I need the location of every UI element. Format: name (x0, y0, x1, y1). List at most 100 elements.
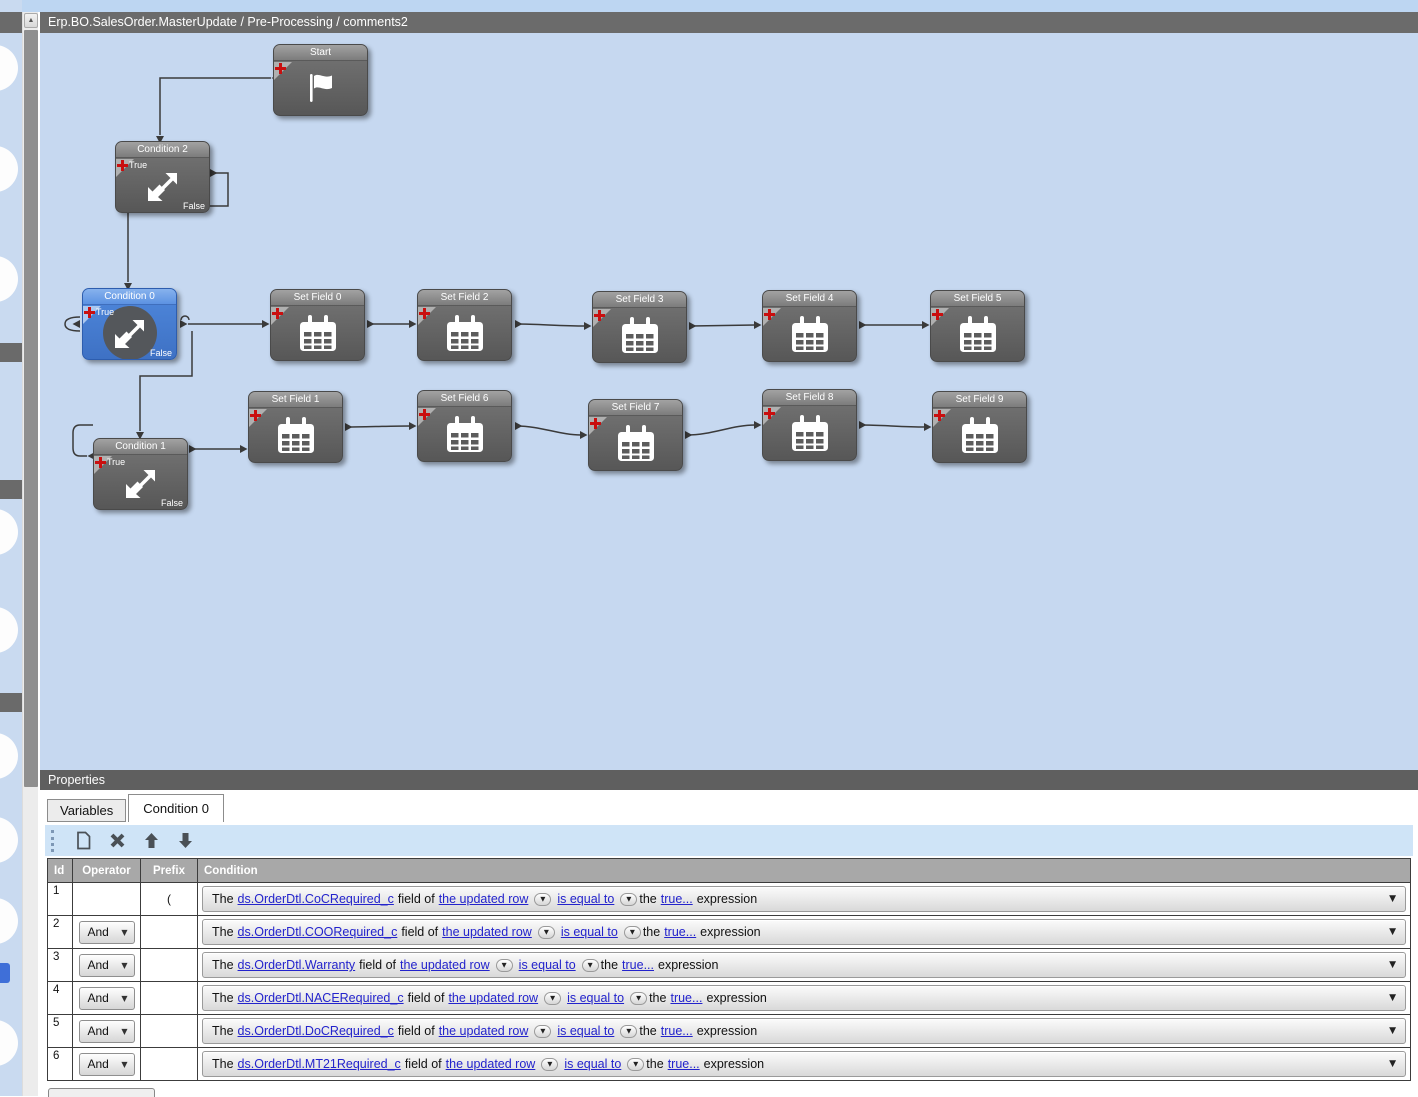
add-connection-icon[interactable] (419, 409, 430, 420)
toolbox-item-partial[interactable] (0, 45, 18, 91)
comparator-link[interactable]: is equal to (519, 958, 576, 972)
condition-expand-dropdown[interactable]: ▼ (1389, 927, 1396, 937)
row-target-dropdown[interactable]: ▼ (537, 925, 555, 939)
add-connection-icon[interactable] (84, 307, 95, 318)
node-set-field-2[interactable]: Set Field 2 (417, 289, 512, 361)
condition-sentence-button[interactable]: The ds.OrderDtl.COORequired_c field of t… (202, 919, 1406, 945)
true-port-label[interactable]: True (129, 160, 147, 170)
add-connection-icon[interactable] (594, 310, 605, 321)
toolbox-item-partial[interactable] (0, 256, 18, 302)
add-connection-icon[interactable] (275, 63, 286, 74)
operator-dropdown[interactable]: And ▼ (78, 953, 135, 977)
toolbar-grip[interactable] (51, 829, 54, 852)
value-link[interactable]: true... (670, 991, 702, 1005)
node-set-field-1[interactable]: Set Field 1 (248, 391, 343, 463)
comparator-dropdown[interactable]: ▼ (620, 892, 638, 906)
add-connection-icon[interactable] (419, 308, 430, 319)
field-link[interactable]: ds.OrderDtl.DoCRequired_c (238, 1024, 394, 1038)
add-connection-icon[interactable] (764, 408, 775, 419)
tab-variables[interactable]: Variables (47, 799, 127, 822)
row-target-dropdown[interactable]: ▼ (544, 991, 562, 1005)
node-set-field-3[interactable]: Set Field 3 (592, 291, 687, 363)
add-connection-icon[interactable] (934, 410, 945, 421)
add-connection-icon[interactable] (932, 309, 943, 320)
value-link[interactable]: true... (668, 1057, 700, 1071)
node-set-field-9[interactable]: Set Field 9 (932, 391, 1027, 463)
node-set-field-5[interactable]: Set Field 5 (930, 290, 1025, 362)
row-target-link[interactable]: the updated row (400, 958, 490, 972)
toolbox-item-partial[interactable] (0, 146, 18, 192)
condition-sentence-button[interactable]: The ds.OrderDtl.CoCRequired_c field of t… (202, 886, 1406, 912)
value-link[interactable]: true... (661, 892, 693, 906)
row-target-link[interactable]: the updated row (446, 1057, 536, 1071)
value-link[interactable]: true... (664, 925, 696, 939)
field-link[interactable]: ds.OrderDtl.Warranty (238, 958, 356, 972)
row-target-link[interactable]: the updated row (448, 991, 538, 1005)
row-target-dropdown[interactable]: ▼ (541, 1057, 559, 1071)
condition-sentence-button[interactable]: The ds.OrderDtl.MT21Required_c field of … (202, 1051, 1406, 1077)
comparator-link[interactable]: is equal to (567, 991, 624, 1005)
comparator-dropdown[interactable]: ▼ (627, 1057, 645, 1071)
row-target-link[interactable]: the updated row (439, 1024, 529, 1038)
row-target-link[interactable]: the updated row (442, 925, 532, 939)
node-condition-2[interactable]: Condition 2 True False (115, 141, 210, 213)
condition-sentence-button[interactable]: The ds.OrderDtl.DoCRequired_c field of t… (202, 1018, 1406, 1044)
false-port-label[interactable]: False (183, 201, 205, 211)
comparator-link[interactable]: is equal to (557, 892, 614, 906)
comparator-dropdown[interactable]: ▼ (630, 991, 648, 1005)
row-target-link[interactable]: the updated row (439, 892, 529, 906)
operator-dropdown[interactable]: And ▼ (78, 1019, 135, 1043)
toolbox-item-partial[interactable] (0, 509, 18, 555)
node-condition-1[interactable]: Condition 1 True False (93, 438, 188, 510)
toolbox-item-partial[interactable] (0, 817, 18, 863)
operator-dropdown[interactable]: And ▼ (78, 920, 135, 944)
value-link[interactable]: true... (622, 958, 654, 972)
comparator-dropdown[interactable]: ▼ (623, 925, 641, 939)
comparator-link[interactable]: is equal to (564, 1057, 621, 1071)
scroll-up-button[interactable]: ▲ (24, 13, 38, 28)
toolbox-item-partial[interactable] (0, 963, 10, 983)
tab-condition-0[interactable]: Condition 0 (128, 794, 225, 822)
condition-expand-dropdown[interactable]: ▼ (1389, 960, 1396, 970)
toolbox-item-partial[interactable] (0, 607, 18, 653)
vertical-scrollbar[interactable]: ▲ (22, 12, 38, 1096)
node-set-field-8[interactable]: Set Field 8 (762, 389, 857, 461)
true-port-label[interactable]: True (107, 457, 125, 467)
add-connection-icon[interactable] (117, 160, 128, 171)
field-link[interactable]: ds.OrderDtl.MT21Required_c (238, 1057, 401, 1071)
false-port-label[interactable]: False (161, 498, 183, 508)
add-connection-icon[interactable] (590, 418, 601, 429)
field-link[interactable]: ds.OrderDtl.NACERequired_c (238, 991, 404, 1005)
add-connection-icon[interactable] (764, 309, 775, 320)
node-set-field-4[interactable]: Set Field 4 (762, 290, 857, 362)
comparator-dropdown[interactable]: ▼ (581, 958, 599, 972)
add-connection-icon[interactable] (272, 308, 283, 319)
add-connection-icon[interactable] (95, 457, 106, 468)
condition-expand-dropdown[interactable]: ▼ (1389, 993, 1396, 1003)
node-start[interactable]: Start (273, 44, 368, 116)
field-link[interactable]: ds.OrderDtl.CoCRequired_c (238, 892, 394, 906)
true-port-label[interactable]: True (96, 307, 114, 317)
field-link[interactable]: ds.OrderDtl.COORequired_c (238, 925, 398, 939)
operator-dropdown[interactable]: And ▼ (78, 986, 135, 1010)
value-link[interactable]: true... (661, 1024, 693, 1038)
node-condition-0[interactable]: Condition 0 True False (82, 288, 177, 360)
add-connection-icon[interactable] (250, 410, 261, 421)
new-row-button[interactable] (66, 828, 100, 854)
comparator-link[interactable]: is equal to (557, 1024, 614, 1038)
node-set-field-6[interactable]: Set Field 6 (417, 390, 512, 462)
condition-sentence-button[interactable]: The ds.OrderDtl.NACERequired_c field of … (202, 985, 1406, 1011)
condition-sentence-button[interactable]: The ds.OrderDtl.Warranty field of the up… (202, 952, 1406, 978)
move-up-button[interactable] (134, 828, 168, 854)
false-port-label[interactable]: False (150, 348, 172, 358)
operator-dropdown[interactable]: And ▼ (78, 1052, 135, 1076)
node-set-field-0[interactable]: Set Field 0 (270, 289, 365, 361)
node-set-field-7[interactable]: Set Field 7 (588, 399, 683, 471)
row-target-dropdown[interactable]: ▼ (495, 958, 513, 972)
row-target-dropdown[interactable]: ▼ (534, 1024, 552, 1038)
row-target-dropdown[interactable]: ▼ (534, 892, 552, 906)
condition-expand-dropdown[interactable]: ▼ (1389, 1059, 1396, 1069)
comparator-dropdown[interactable]: ▼ (620, 1024, 638, 1038)
toolbox-item-partial[interactable] (0, 1020, 18, 1066)
comparator-link[interactable]: is equal to (561, 925, 618, 939)
